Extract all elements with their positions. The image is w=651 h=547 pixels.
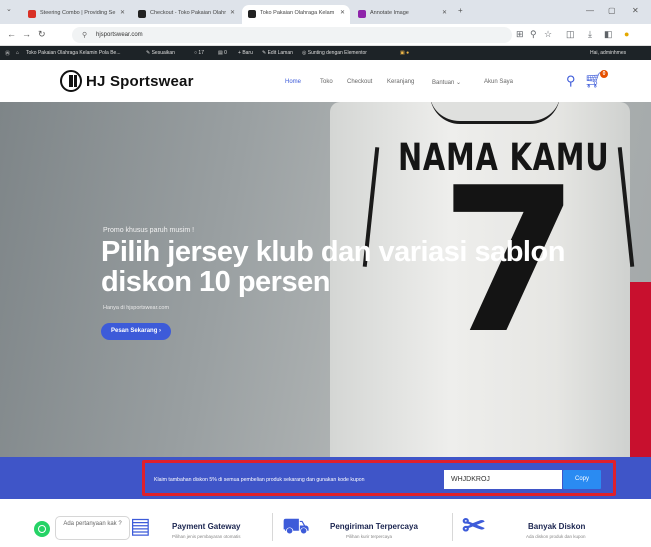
search-icon[interactable]: ⚲	[566, 73, 576, 89]
reload-icon[interactable]: ↻	[38, 29, 46, 40]
site-header: HJ Sportswear Home Toko Checkout Keranja…	[0, 60, 651, 102]
copy-button[interactable]: Copy	[563, 470, 601, 489]
favicon-icon	[138, 10, 146, 18]
coupon-text: Klaim tambahan diskon 5% di semua pembel…	[154, 477, 365, 483]
url-text: hjsportswear.com	[96, 32, 143, 38]
coupon-highlight-box: Klaim tambahan diskon 5% di semua pembel…	[142, 460, 616, 496]
admin-comments-link[interactable]: ○ 17	[194, 50, 204, 56]
tab-title: Annotate Image	[370, 10, 409, 16]
feature-title: Pengiriman Terpercaya	[330, 522, 418, 531]
tab-title: Checkout - Toko Pakaian Olahr	[150, 10, 227, 16]
forward-icon[interactable]: →	[22, 29, 31, 39]
bookmark-star-icon[interactable]: ☆	[544, 29, 552, 40]
feature-subtitle: Pilihan jenis pembayaran otomatis	[172, 534, 241, 539]
admin-edit-label: Edit Laman	[267, 50, 293, 56]
nav-akun-saya[interactable]: Akun Saya	[484, 79, 513, 85]
admin-updates-link[interactable]: ▤ 0	[218, 50, 227, 56]
tab-toko-pakaian[interactable]: Toko Pakaian Olahraga Kelam ✕	[242, 5, 350, 24]
favicon-icon	[358, 10, 366, 18]
tab-title: Toko Pakaian Olahraga Kelam	[260, 10, 335, 16]
admin-new-label: Baru	[242, 50, 253, 56]
hero-kicker: Promo khusus paruh musim !	[103, 227, 195, 234]
minimize-icon[interactable]: —	[586, 6, 594, 15]
nav-toko[interactable]: Toko	[320, 79, 333, 85]
admin-edit-link[interactable]: ✎ Edit Laman	[262, 50, 293, 56]
admin-customize-label: Sesuaikan	[151, 50, 175, 56]
feature-subtitle: Ada diskon produk dan kupon	[526, 534, 586, 539]
admin-elementor-link[interactable]: ◎ Sunting dengan Elementor	[302, 50, 367, 56]
hero-subtitle: Hanya di hjsportswear.com	[103, 305, 170, 311]
admin-greeting[interactable]: Hai, adminhmes	[590, 50, 626, 56]
feature-title: Payment Gateway	[172, 522, 241, 531]
wp-admin-bar: Ⓦ ⌂ Toko Pakaian Olahraga Kelamin Pola B…	[0, 46, 651, 60]
admin-updates-count: 0	[224, 50, 227, 56]
browser-tab-strip: ⌄ Steering Combo | Providing Se ✕ Checko…	[0, 0, 651, 24]
tab-title: Steering Combo | Providing Se	[40, 10, 116, 16]
order-now-button[interactable]: Pesan Sekarang ›	[101, 323, 172, 340]
whatsapp-bubble[interactable]: Ada pertanyaan kak ?	[55, 516, 130, 540]
admin-site-link[interactable]: Toko Pakaian Olahraga Kelamin Pola Be...	[26, 50, 121, 56]
feature-title: Banyak Diskon	[528, 522, 586, 531]
hero-title-line-1: Pilih jersey klub dan variasi sablon	[101, 236, 565, 268]
wordpress-icon[interactable]: Ⓦ	[5, 50, 10, 57]
admin-comments-count: 17	[198, 50, 204, 56]
whatsapp-icon[interactable]	[34, 521, 50, 537]
feature-subtitle: Pilihan kurir terpercaya	[346, 534, 393, 539]
admin-elementor-label: Sunting dengan Elementor	[307, 50, 367, 56]
browser-toolbar: ← → ↻ ⚲ hjsportswear.com ⊞ ⚲ ☆ ◫ ⤓ ◧ ●	[0, 24, 651, 46]
coupon-code-field[interactable]	[444, 470, 562, 489]
hero-title: Pilih jersey klub dan variasi sablon dis…	[101, 237, 571, 298]
download-icon[interactable]: ⤓	[588, 29, 592, 40]
new-tab-icon[interactable]: +	[458, 6, 463, 15]
close-icon[interactable]: ✕	[442, 9, 447, 16]
hero-title-line-2: diskon 10 persen	[101, 266, 330, 299]
zoom-icon[interactable]: ⚲	[530, 29, 537, 40]
coupon-band: Klaim tambahan diskon 5% di semua pembel…	[0, 457, 651, 499]
close-icon[interactable]: ✕	[340, 9, 345, 16]
site-info-icon[interactable]: ⚲	[82, 31, 87, 39]
profile-icon[interactable]: ●	[624, 29, 629, 39]
divider	[452, 513, 453, 541]
close-icon[interactable]: ✕	[120, 9, 125, 16]
tab-annotate-image[interactable]: Annotate Image ✕	[352, 5, 452, 24]
close-window-icon[interactable]: ✕	[632, 6, 639, 15]
close-icon[interactable]: ✕	[230, 9, 235, 16]
tab-search-icon[interactable]: ⌄	[6, 5, 12, 13]
maximize-icon[interactable]: ▢	[608, 6, 616, 15]
admin-new-link[interactable]: + Baru	[238, 50, 253, 56]
nav-keranjang[interactable]: Keranjang	[387, 79, 414, 85]
home-icon[interactable]: ⌂	[16, 50, 19, 56]
nav-home[interactable]: Home	[285, 79, 301, 85]
translate-icon[interactable]: ⊞	[516, 29, 524, 40]
divider	[272, 513, 273, 541]
extensions-icon[interactable]: ◫	[566, 29, 575, 40]
brand-name[interactable]: HJ Sportswear	[86, 73, 194, 90]
nav-checkout[interactable]: Checkout	[347, 79, 372, 85]
scissors-icon: ✂	[462, 510, 486, 541]
logo-icon[interactable]	[60, 70, 82, 92]
cart-count-badge: 0	[600, 70, 608, 78]
favicon-icon	[248, 10, 256, 18]
admin-seo-icon[interactable]: ▣ ●	[400, 50, 409, 56]
favicon-icon	[28, 10, 36, 18]
address-bar[interactable]: ⚲ hjsportswear.com	[72, 27, 512, 43]
hero-banner: NAMA KAMU 7 Promo khusus paruh musim ! P…	[0, 102, 651, 457]
back-icon[interactable]: ←	[7, 29, 16, 39]
wallet-icon: ▤	[130, 513, 151, 538]
page-root: ⌄ Steering Combo | Providing Se ✕ Checko…	[0, 0, 651, 547]
feature-strip: Ada pertanyaan kak ? ▤ Payment Gateway P…	[0, 499, 651, 547]
truck-icon: ⛟	[282, 513, 310, 538]
jersey-collar	[430, 102, 560, 124]
tab-checkout[interactable]: Checkout - Toko Pakaian Olahr ✕	[132, 5, 240, 24]
tab-steering-combo[interactable]: Steering Combo | Providing Se ✕	[22, 5, 130, 24]
admin-customize-link[interactable]: ✎ Sesuaikan	[146, 50, 175, 56]
sidebar-icon[interactable]: ◧	[604, 29, 613, 40]
nav-bantuan[interactable]: Bantuan ⌄	[432, 79, 461, 86]
